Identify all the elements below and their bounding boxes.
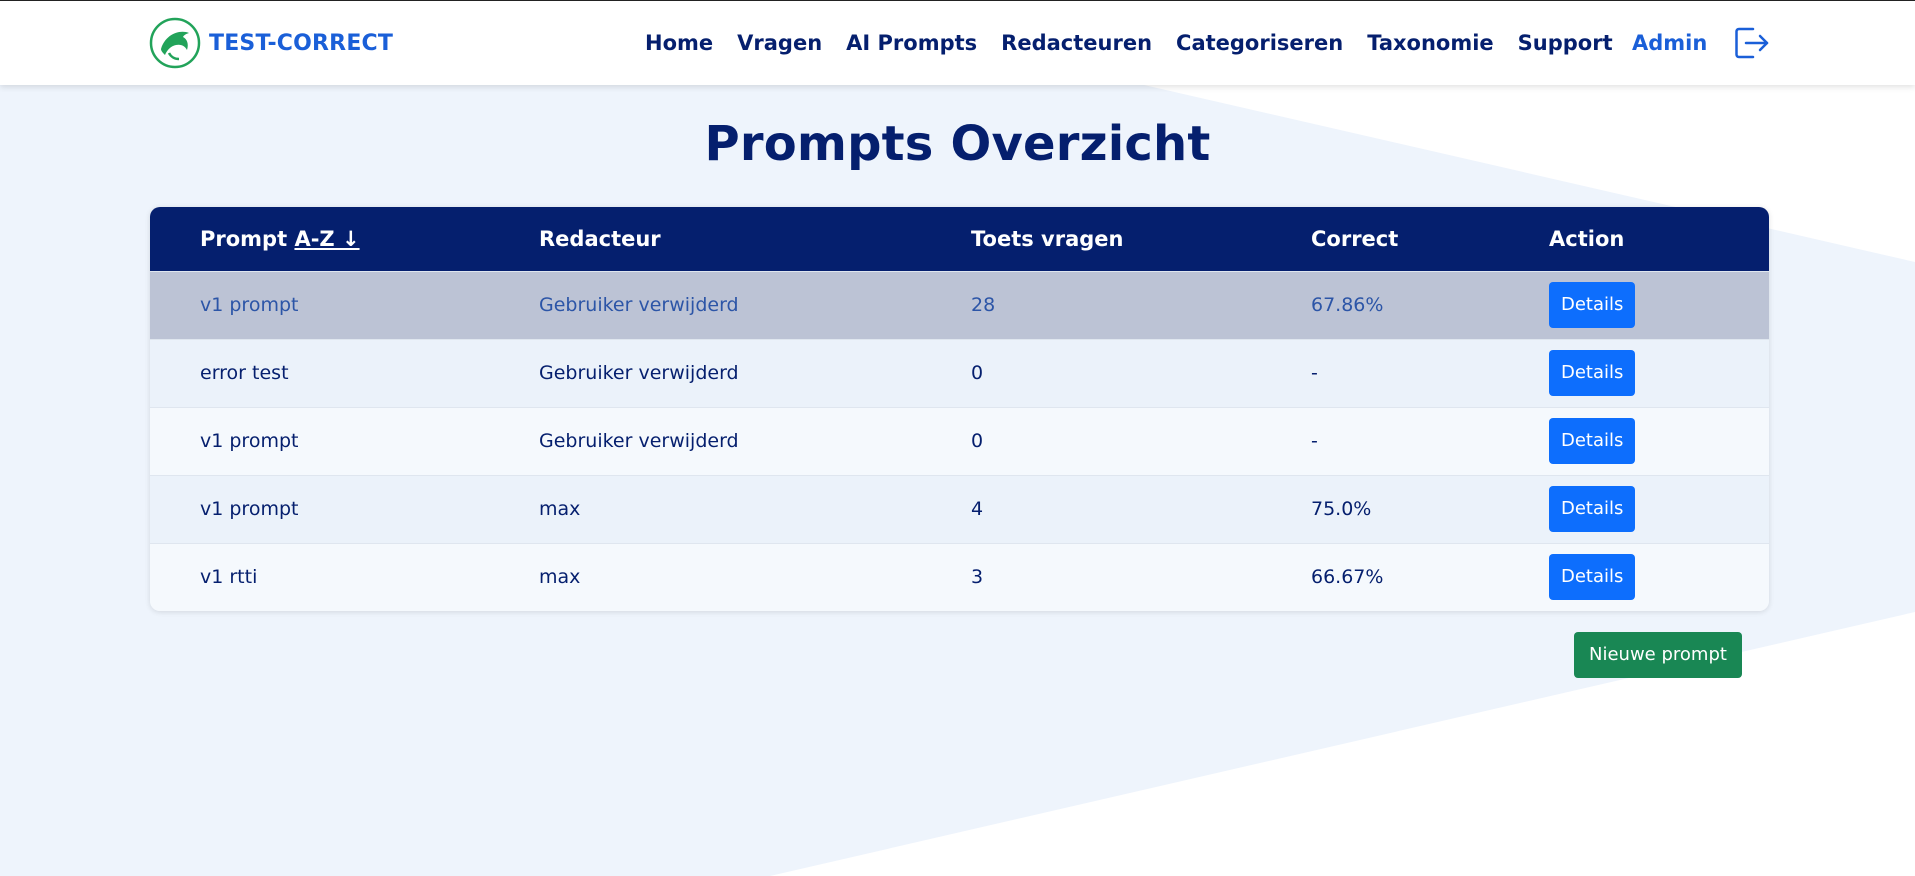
column-header-redacteur: Redacteur xyxy=(539,226,661,251)
table-row[interactable]: v1 rtti max 3 66.67% Details xyxy=(150,543,1769,611)
details-button[interactable]: Details xyxy=(1549,554,1636,601)
page-title: Prompts Overzicht xyxy=(704,116,1211,172)
column-header-prompt-label: Prompt xyxy=(200,226,288,251)
nav-item-home[interactable]: Home xyxy=(645,31,713,55)
nav-item-categoriseren[interactable]: Categoriseren xyxy=(1176,31,1343,55)
cell-redacteur: Gebruiker verwijderd xyxy=(539,430,739,452)
column-header-toets-vragen: Toets vragen xyxy=(971,226,1124,251)
column-header-action: Action xyxy=(1549,226,1625,251)
cell-redacteur: max xyxy=(539,498,581,520)
table-header-row: Prompt A-Z ↓ Redacteur Toets vragen Corr… xyxy=(150,207,1769,271)
nav-item-vragen[interactable]: Vragen xyxy=(737,31,822,55)
main-nav: Home Vragen AI Prompts Redacteuren Categ… xyxy=(645,1,1613,85)
column-header-prompt: Prompt A-Z ↓ xyxy=(150,207,539,271)
cell-toets-vragen: 3 xyxy=(971,566,984,589)
brand-name: TEST-CORRECT xyxy=(209,30,394,56)
user-menu-link[interactable]: Admin xyxy=(1632,1,1707,85)
top-navbar: TEST-CORRECT Home Vragen AI Prompts Reda… xyxy=(0,0,1915,85)
cell-action: Details xyxy=(1549,339,1769,407)
column-header-correct: Correct xyxy=(1311,226,1399,251)
cell-action: Details xyxy=(1549,271,1769,339)
cell-toets-vragen: 28 xyxy=(971,294,996,316)
details-button[interactable]: Details xyxy=(1549,418,1636,464)
cell-prompt: v1 prompt xyxy=(200,430,299,452)
table-row[interactable]: v1 prompt Gebruiker verwijderd 28 67.86%… xyxy=(150,271,1769,339)
cell-redacteur: Gebruiker verwijderd xyxy=(539,362,739,384)
cell-action: Details xyxy=(1549,407,1769,475)
logout-icon[interactable] xyxy=(1733,25,1771,61)
cell-redacteur: max xyxy=(539,566,581,589)
cell-action: Details xyxy=(1549,475,1769,543)
cell-toets-vragen: 4 xyxy=(971,498,984,520)
cell-correct: 66.67% xyxy=(1311,566,1384,589)
details-button[interactable]: Details xyxy=(1549,282,1636,328)
sort-az-toggle[interactable]: A-Z ↓ xyxy=(294,227,359,251)
cell-action: Details xyxy=(1549,543,1769,611)
cell-toets-vragen: 0 xyxy=(971,362,984,384)
prompts-table-container: Prompt A-Z ↓ Redacteur Toets vragen Corr… xyxy=(150,207,1769,611)
table-row[interactable]: v1 prompt Gebruiker verwijderd 0 - Detai… xyxy=(150,407,1769,475)
table-row[interactable]: v1 prompt max 4 75.0% Details xyxy=(150,475,1769,543)
nav-item-ai-prompts[interactable]: AI Prompts xyxy=(846,31,977,55)
cell-correct: 67.86% xyxy=(1311,294,1384,316)
cell-toets-vragen: 0 xyxy=(971,430,984,452)
nav-item-redacteuren[interactable]: Redacteuren xyxy=(1001,31,1152,55)
cell-prompt: v1 prompt xyxy=(200,294,299,316)
cell-correct: - xyxy=(1311,362,1318,384)
cell-correct: - xyxy=(1311,430,1318,452)
cell-prompt: v1 rtti xyxy=(200,566,258,589)
table-row[interactable]: error test Gebruiker verwijderd 0 - Deta… xyxy=(150,339,1769,407)
cell-prompt: error test xyxy=(200,362,289,384)
brand-link[interactable]: TEST-CORRECT xyxy=(149,17,393,69)
nav-item-support[interactable]: Support xyxy=(1518,31,1613,55)
cell-redacteur: Gebruiker verwijderd xyxy=(539,294,739,316)
cell-correct: 75.0% xyxy=(1311,498,1372,520)
cell-prompt: v1 prompt xyxy=(200,498,299,520)
nav-item-taxonomie[interactable]: Taxonomie xyxy=(1367,31,1493,55)
prompts-table: Prompt A-Z ↓ Redacteur Toets vragen Corr… xyxy=(150,207,1769,611)
new-prompt-button[interactable]: Nieuwe prompt xyxy=(1574,632,1742,678)
dolphin-logo-icon xyxy=(149,17,201,69)
details-button[interactable]: Details xyxy=(1549,350,1636,396)
details-button[interactable]: Details xyxy=(1549,486,1636,532)
